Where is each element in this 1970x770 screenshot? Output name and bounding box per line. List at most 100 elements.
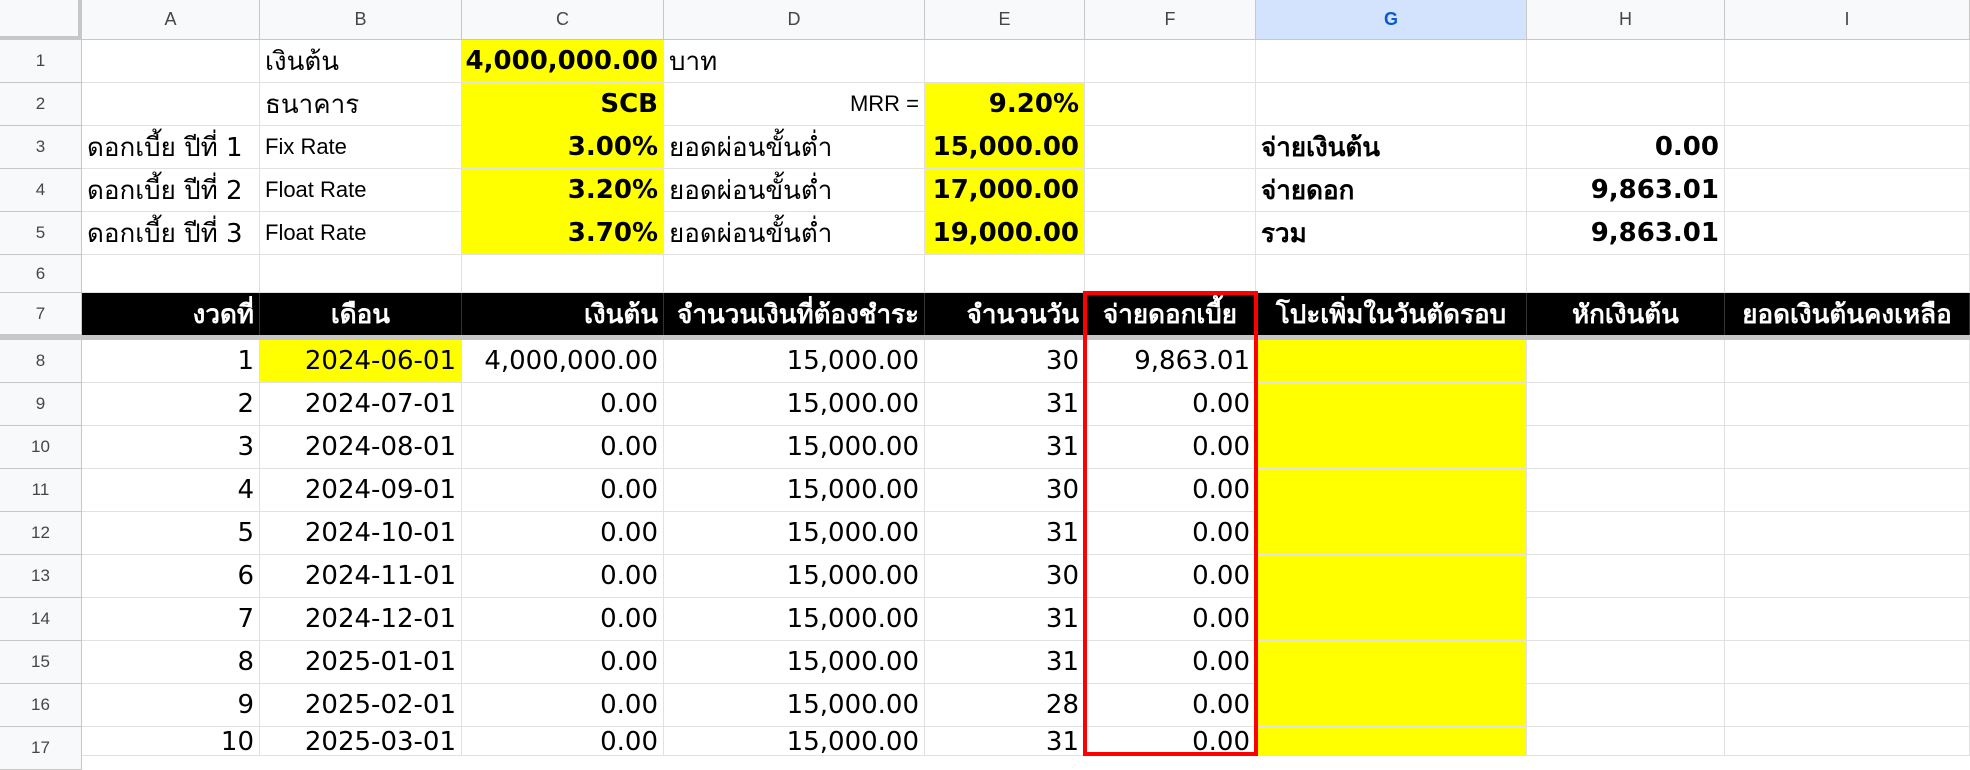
column-header-d[interactable]: D bbox=[664, 0, 925, 40]
installment-cell[interactable]: 4 bbox=[82, 469, 260, 512]
cell[interactable] bbox=[1085, 255, 1256, 293]
principal-deduction-cell[interactable] bbox=[1527, 641, 1725, 684]
cell[interactable] bbox=[1085, 126, 1256, 169]
cell[interactable] bbox=[1085, 169, 1256, 212]
interest-cell[interactable]: 0.00 bbox=[1085, 426, 1256, 469]
remaining-principal-cell[interactable] bbox=[1725, 340, 1970, 383]
column-header-a[interactable]: A bbox=[82, 0, 260, 40]
month-cell[interactable]: 2024-11-01 bbox=[260, 555, 462, 598]
principal-deduction-cell[interactable] bbox=[1527, 512, 1725, 555]
table-header-payment[interactable]: จำนวนเงินที่ต้องชำระ bbox=[664, 293, 925, 335]
principal-deduction-cell[interactable] bbox=[1527, 340, 1725, 383]
total-label[interactable]: รวม bbox=[1256, 212, 1527, 255]
installment-cell[interactable]: 7 bbox=[82, 598, 260, 641]
principal-cell[interactable]: 0.00 bbox=[462, 555, 664, 598]
row-header[interactable]: 4 bbox=[0, 169, 82, 212]
mrr-input[interactable]: 9.20% bbox=[925, 83, 1085, 126]
principal-label[interactable]: เงินต้น bbox=[260, 40, 462, 83]
remaining-principal-cell[interactable] bbox=[1725, 512, 1970, 555]
principal-cell[interactable]: 0.00 bbox=[462, 383, 664, 426]
bank-input[interactable]: SCB bbox=[462, 83, 664, 126]
table-header-month[interactable]: เดือน bbox=[260, 293, 462, 335]
column-header-b[interactable]: B bbox=[260, 0, 462, 40]
installment-cell[interactable]: 10 bbox=[82, 727, 260, 756]
cell[interactable] bbox=[1527, 40, 1725, 83]
table-header-remaining-principal[interactable]: ยอดเงินต้นคงเหลือ bbox=[1725, 293, 1970, 335]
min-payment-input[interactable]: 17,000.00 bbox=[925, 169, 1085, 212]
row-header[interactable]: 7 bbox=[0, 293, 82, 335]
principal-cell[interactable]: 0.00 bbox=[462, 684, 664, 727]
row-header[interactable]: 11 bbox=[0, 469, 82, 512]
cell[interactable] bbox=[82, 83, 260, 126]
payment-cell[interactable]: 15,000.00 bbox=[664, 340, 925, 383]
extra-payment-cell[interactable] bbox=[1256, 684, 1527, 727]
principal-cell[interactable]: 4,000,000.00 bbox=[462, 340, 664, 383]
days-cell[interactable]: 31 bbox=[925, 727, 1085, 756]
interest-cell[interactable]: 0.00 bbox=[1085, 598, 1256, 641]
days-cell[interactable]: 28 bbox=[925, 684, 1085, 727]
principal-cell[interactable]: 0.00 bbox=[462, 512, 664, 555]
month-cell[interactable]: 2025-02-01 bbox=[260, 684, 462, 727]
extra-payment-cell[interactable] bbox=[1256, 512, 1527, 555]
month-cell[interactable]: 2024-07-01 bbox=[260, 383, 462, 426]
currency-label[interactable]: บาท bbox=[664, 40, 925, 83]
payment-cell[interactable]: 15,000.00 bbox=[664, 469, 925, 512]
row-header[interactable]: 17 bbox=[0, 727, 82, 770]
days-cell[interactable]: 31 bbox=[925, 383, 1085, 426]
remaining-principal-cell[interactable] bbox=[1725, 598, 1970, 641]
rate-type-label[interactable]: Float Rate bbox=[260, 169, 462, 212]
row-header[interactable]: 14 bbox=[0, 598, 82, 641]
rate-input[interactable]: 3.00% bbox=[462, 126, 664, 169]
bank-label[interactable]: ธนาคาร bbox=[260, 83, 462, 126]
pay-interest-value[interactable]: 9,863.01 bbox=[1527, 169, 1725, 212]
month-cell[interactable]: 2024-12-01 bbox=[260, 598, 462, 641]
installment-cell[interactable]: 8 bbox=[82, 641, 260, 684]
cell[interactable] bbox=[1725, 212, 1970, 255]
table-header-installment[interactable]: งวดที่ bbox=[82, 293, 260, 335]
spreadsheet-grid[interactable]: A B C D E F G H I 1 2 3 4 5 6 7 8 9 10 1… bbox=[0, 0, 1970, 770]
min-payment-label[interactable]: ยอดผ่อนขั้นต่ำ bbox=[664, 126, 925, 169]
remaining-principal-cell[interactable] bbox=[1725, 383, 1970, 426]
row-header[interactable]: 1 bbox=[0, 40, 82, 83]
select-all-corner[interactable] bbox=[0, 0, 82, 40]
cell[interactable] bbox=[1085, 40, 1256, 83]
cell[interactable] bbox=[925, 40, 1085, 83]
principal-cell[interactable]: 0.00 bbox=[462, 598, 664, 641]
extra-payment-cell[interactable] bbox=[1256, 555, 1527, 598]
extra-payment-cell[interactable] bbox=[1256, 469, 1527, 512]
extra-payment-cell[interactable] bbox=[1256, 383, 1527, 426]
cell[interactable] bbox=[1725, 255, 1970, 293]
installment-cell[interactable]: 2 bbox=[82, 383, 260, 426]
installment-cell[interactable]: 6 bbox=[82, 555, 260, 598]
payment-cell[interactable]: 15,000.00 bbox=[664, 555, 925, 598]
rate-year-label[interactable]: ดอกเบี้ย ปีที่ 3 bbox=[82, 212, 260, 255]
month-cell[interactable]: 2025-03-01 bbox=[260, 727, 462, 756]
row-header[interactable]: 2 bbox=[0, 83, 82, 126]
payment-cell[interactable]: 15,000.00 bbox=[664, 684, 925, 727]
table-header-interest[interactable]: จ่ายดอกเบี้ย bbox=[1085, 293, 1256, 335]
min-payment-label[interactable]: ยอดผ่อนขั้นต่ำ bbox=[664, 212, 925, 255]
cell[interactable] bbox=[260, 255, 462, 293]
principal-deduction-cell[interactable] bbox=[1527, 426, 1725, 469]
interest-cell[interactable]: 0.00 bbox=[1085, 684, 1256, 727]
payment-cell[interactable]: 15,000.00 bbox=[664, 598, 925, 641]
total-value[interactable]: 9,863.01 bbox=[1527, 212, 1725, 255]
table-header-days[interactable]: จำนวนวัน bbox=[925, 293, 1085, 335]
column-header-i[interactable]: I bbox=[1725, 0, 1970, 40]
cell[interactable] bbox=[1085, 212, 1256, 255]
interest-cell[interactable]: 0.00 bbox=[1085, 512, 1256, 555]
rate-year-label[interactable]: ดอกเบี้ย ปีที่ 1 bbox=[82, 126, 260, 169]
interest-cell[interactable]: 0.00 bbox=[1085, 641, 1256, 684]
days-cell[interactable]: 31 bbox=[925, 641, 1085, 684]
remaining-principal-cell[interactable] bbox=[1725, 727, 1970, 756]
days-cell[interactable]: 30 bbox=[925, 340, 1085, 383]
pay-principal-value[interactable]: 0.00 bbox=[1527, 126, 1725, 169]
row-header[interactable]: 13 bbox=[0, 555, 82, 598]
interest-cell[interactable]: 0.00 bbox=[1085, 727, 1256, 756]
cell[interactable] bbox=[1527, 255, 1725, 293]
row-header[interactable]: 10 bbox=[0, 426, 82, 469]
installment-cell[interactable]: 5 bbox=[82, 512, 260, 555]
cell[interactable] bbox=[1725, 40, 1970, 83]
extra-payment-cell[interactable] bbox=[1256, 598, 1527, 641]
principal-cell[interactable]: 0.00 bbox=[462, 426, 664, 469]
